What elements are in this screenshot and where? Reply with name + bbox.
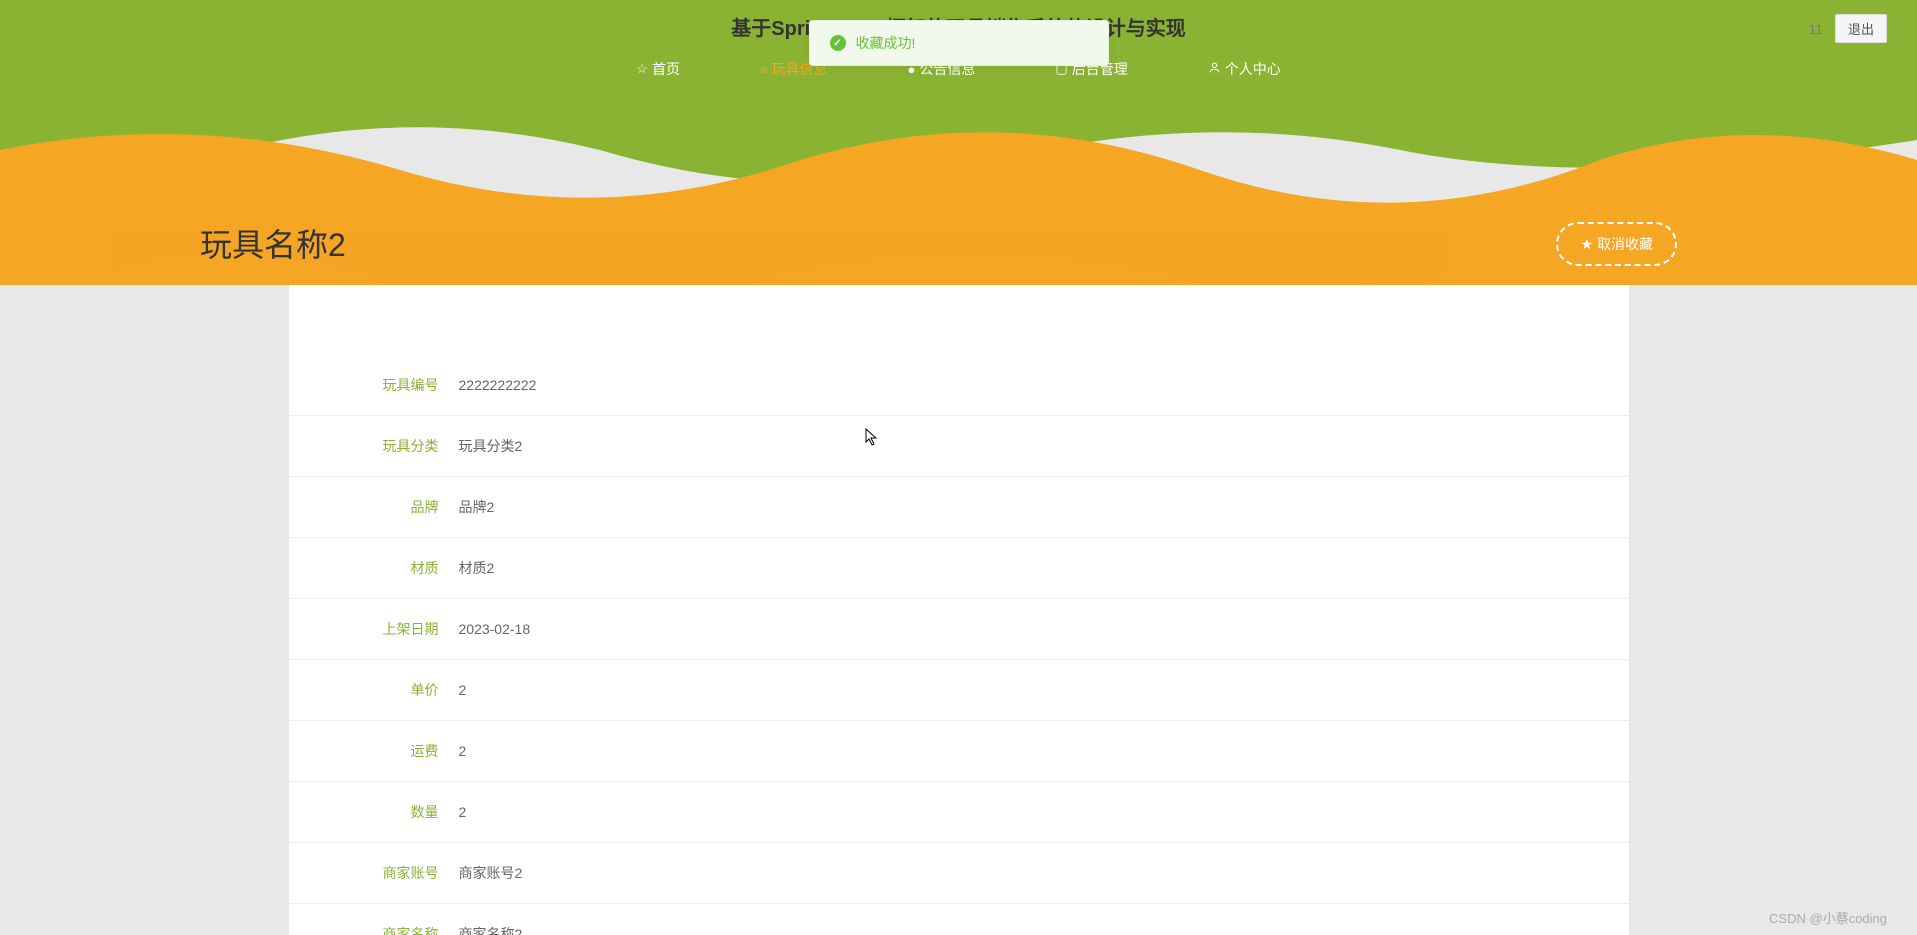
detail-label: 数量 <box>339 802 439 822</box>
detail-value: 2 <box>459 682 467 698</box>
user-icon <box>1208 61 1221 77</box>
cancel-favorite-button[interactable]: ★ 取消收藏 <box>1556 222 1677 266</box>
nav-home-label: 首页 <box>652 59 680 79</box>
product-title: 玩具名称2 <box>200 220 346 266</box>
detail-value: 2 <box>459 743 467 759</box>
watermark: CSDN @小蔡coding <box>1769 908 1887 927</box>
detail-label: 玩具分类 <box>339 436 439 456</box>
detail-value: 商家账号2 <box>459 863 523 883</box>
detail-label: 商家账号 <box>339 863 439 883</box>
detail-row: 玩具编号 2222222222 <box>289 355 1629 416</box>
detail-row: 单价 2 <box>289 660 1629 721</box>
logout-button[interactable]: 退出 <box>1835 14 1887 43</box>
detail-label: 玩具编号 <box>339 375 439 395</box>
detail-row: 玩具分类玩具分类2 <box>289 416 1629 477</box>
detail-label: 商家名称 <box>339 924 439 935</box>
detail-value: 材质2 <box>459 558 495 578</box>
nav-personal-label: 个人中心 <box>1225 59 1281 79</box>
detail-value: 2 <box>459 804 467 820</box>
detail-row: 商家名称 商家名称2 <box>289 904 1629 935</box>
nav-personal[interactable]: 个人中心 <box>1208 59 1281 79</box>
cancel-fav-label: 取消收藏 <box>1597 234 1653 254</box>
detail-row: 上架日期 2023-02-18 <box>289 599 1629 660</box>
detail-value: 品牌2 <box>459 497 495 517</box>
detail-label: 运费 <box>339 741 439 761</box>
user-id-label: 11 <box>1808 21 1823 37</box>
page-scroll[interactable]: 基于Spring Boot框架的玩具销售系统的设计与实现 11 退出 ☆ 首页 … <box>0 0 1917 935</box>
nav-home[interactable]: ☆ 首页 <box>636 59 680 79</box>
detail-panel: 玩具编号2222222222玩具分类玩具分类2品牌品牌2材质材质2上架日期202… <box>289 285 1629 935</box>
detail-label: 单价 <box>339 680 439 700</box>
list-icon: ≡ <box>760 62 768 77</box>
detail-row: 商家账号商家账号2 <box>289 843 1629 904</box>
top-right-bar: 11 退出 <box>1808 14 1887 43</box>
check-icon: ✓ <box>830 35 846 51</box>
detail-row: 品牌品牌2 <box>289 477 1629 538</box>
toast-text: 收藏成功! <box>856 33 916 53</box>
detail-row: 数量 2 <box>289 782 1629 843</box>
detail-label: 材质 <box>339 558 439 578</box>
toast-success: ✓ 收藏成功! <box>809 20 1109 66</box>
detail-value: 玩具分类2 <box>459 436 523 456</box>
detail-label: 上架日期 <box>339 619 439 639</box>
header: 基于Spring Boot框架的玩具销售系统的设计与实现 11 退出 ☆ 首页 … <box>0 0 1917 100</box>
detail-value: 2222222222 <box>459 377 537 393</box>
detail-row: 材质材质2 <box>289 538 1629 599</box>
detail-value: 商家名称2 <box>459 924 523 935</box>
detail-value: 2023-02-18 <box>459 621 531 637</box>
star-icon: ☆ <box>636 61 648 77</box>
detail-label: 品牌 <box>339 497 439 517</box>
detail-row: 运费 2 <box>289 721 1629 782</box>
star-fill-icon: ★ <box>1580 236 1593 253</box>
